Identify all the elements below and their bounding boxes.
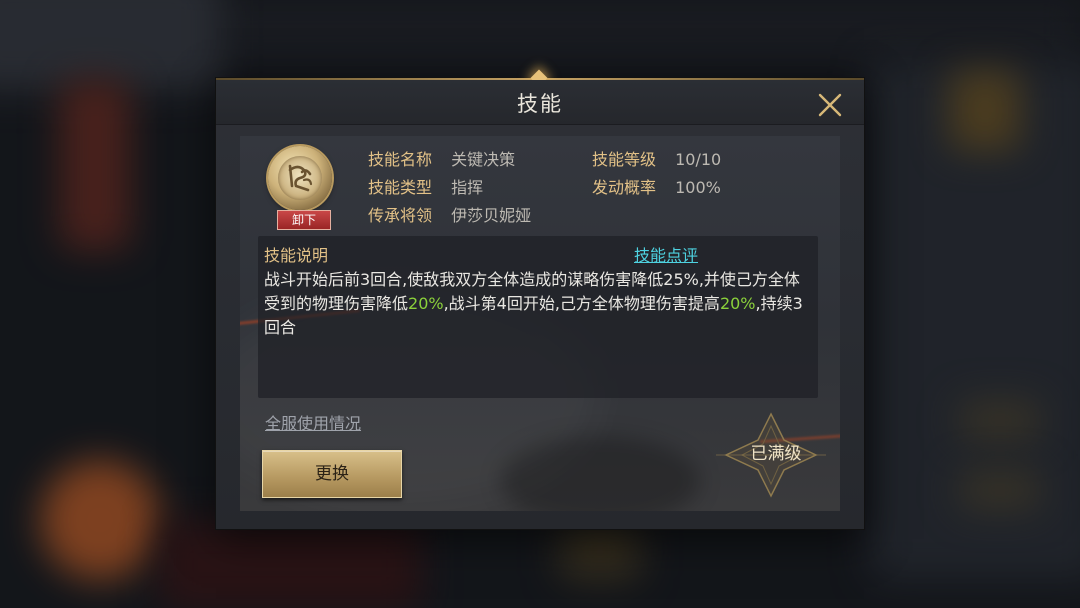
maxed-level-label: 已满级 <box>750 444 802 464</box>
close-button[interactable] <box>816 91 844 119</box>
skill-dialog: 技能 卸下 技能名称 关键决策 技能等级 10/10 技能类型 指挥 发动概率 … <box>216 69 864 529</box>
skill-name-label: 技能名称 <box>368 150 433 169</box>
skill-name-value: 关键决策 <box>451 150 516 169</box>
skill-emblem-icon <box>278 156 322 200</box>
dialog-titlebar: 技能 <box>216 80 864 125</box>
change-skill-button[interactable]: 更换 <box>262 450 402 498</box>
skill-type-label: 技能类型 <box>368 178 433 197</box>
skill-name-row: 技能名称 关键决策 <box>368 146 515 170</box>
skill-level-label: 技能等级 <box>592 150 657 169</box>
skill-description-box: 技能说明 技能点评 战斗开始后前3回合,使敌我双方全体造成的谋略伤害降低25%,… <box>258 236 818 398</box>
skill-rate-label: 发动概率 <box>592 178 657 197</box>
skill-glyph-icon <box>288 164 313 192</box>
description-highlight: 20% <box>719 294 756 313</box>
description-title: 技能说明 <box>264 246 329 265</box>
skill-review-link[interactable]: 技能点评 <box>634 242 698 266</box>
skill-type-row: 技能类型 指挥 <box>368 174 483 198</box>
description-highlight: 20% <box>408 294 444 313</box>
dialog-title: 技能 <box>517 92 563 116</box>
description-text: 战斗开始后前3回合,使敌我双方全体造成的谋略伤害降低25%,并使己方全体受到的物… <box>264 268 812 340</box>
skill-inherit-value: 伊莎贝妮娅 <box>451 206 532 225</box>
server-usage-link[interactable]: 全服使用情况 <box>265 410 361 434</box>
skill-rate-value: 100% <box>675 178 721 197</box>
skill-level-value: 10/10 <box>675 150 722 169</box>
skill-level-row: 技能等级 10/10 <box>592 146 721 170</box>
skill-icon[interactable] <box>268 146 332 210</box>
dialog-content: 卸下 技能名称 关键决策 技能等级 10/10 技能类型 指挥 发动概率 100… <box>240 136 840 511</box>
skill-type-value: 指挥 <box>451 178 484 197</box>
description-segment: ,战斗第4回开始,己方全体物理伤害提高 <box>443 294 720 313</box>
skill-inherit-row: 传承将领 伊莎贝妮娅 <box>368 202 531 226</box>
skill-rate-row: 发动概率 100% <box>592 174 721 198</box>
unequip-button[interactable]: 卸下 <box>277 210 331 230</box>
skill-inherit-label: 传承将领 <box>368 206 433 225</box>
close-icon <box>818 93 842 117</box>
